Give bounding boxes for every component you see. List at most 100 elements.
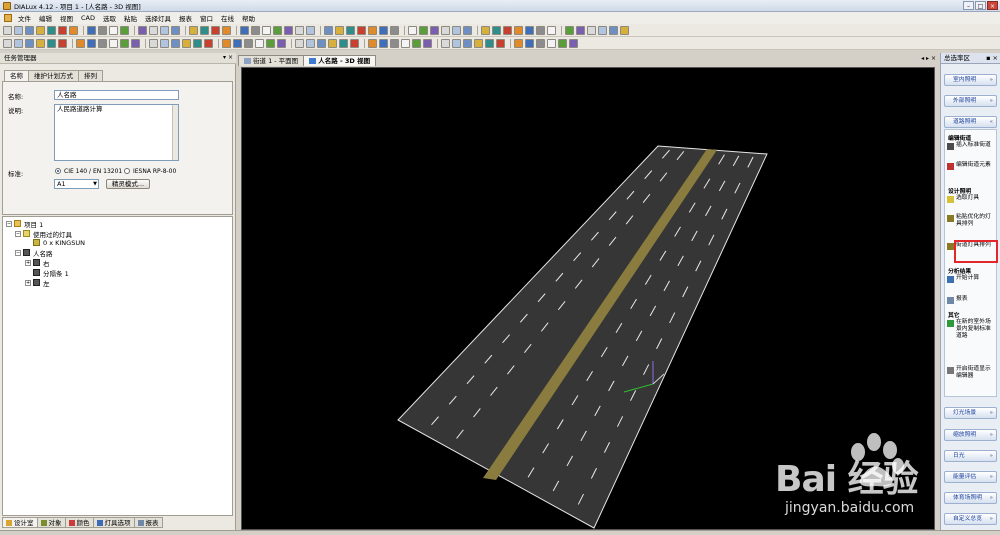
toolbar1-tool-icon[interactable] [14,25,23,35]
toolbar1-tool-icon[interactable] [441,25,450,35]
toolbar1-tool-icon[interactable] [251,25,260,35]
toolbar1-tool-icon[interactable] [430,25,439,35]
toolbar1-tool-icon[interactable] [419,25,428,35]
toolbar1-tool-icon[interactable] [452,25,461,35]
menu-select[interactable]: 选取 [99,13,120,23]
street-luminaire-arrangement-item[interactable]: 街道灯具排列 [947,240,998,263]
tab-plan-view[interactable]: 街道 1 - 平面图 [238,55,305,66]
toolbar1-tool-icon[interactable] [335,25,344,35]
open-street-editor-item[interactable]: 开启街道显示编辑器 [947,366,996,380]
close-button[interactable]: × [987,1,998,10]
toolbar2-tool-icon[interactable] [244,38,253,48]
menu-cad[interactable]: CAD [77,14,99,22]
select-luminaire-item[interactable]: 选取灯具 [947,195,996,203]
toolbar1-tool-icon[interactable] [408,25,417,35]
description-textarea[interactable]: 人民路道路计算 [54,104,179,161]
document-icon[interactable] [4,14,12,22]
toolbar2-tool-icon[interactable] [295,38,304,48]
insert-standard-street-item[interactable]: 插入标准街道 [947,142,996,150]
tree-node-right[interactable]: + 右 [25,258,50,268]
tree-node-divider[interactable]: 分隔条 1 [33,268,69,278]
toolbar1-tool-icon[interactable] [357,25,366,35]
toolbar1-tool-icon[interactable] [262,25,271,35]
toolbar2-tool-icon[interactable] [109,38,118,48]
toolbar2-tool-icon[interactable] [171,38,180,48]
standard-cie-radio[interactable] [55,168,61,174]
toolbar1-tool-icon[interactable] [211,25,220,35]
toolbar1-tool-icon[interactable] [69,25,78,35]
tree-node-street[interactable]: − 人名路 [15,248,53,258]
toolbar1-tool-icon[interactable] [324,25,333,35]
expand-icon[interactable]: + [25,259,31,266]
toolbar2-tool-icon[interactable] [339,38,348,48]
toolbar1-tool-icon[interactable] [98,25,107,35]
toolbar1-tool-icon[interactable] [189,25,198,35]
tab-luminaire-options[interactable]: 灯具选项 [92,517,135,528]
toolbar1-tool-icon[interactable] [160,25,169,35]
toolbar2-tool-icon[interactable] [463,38,472,48]
toolbar2-tool-icon[interactable] [514,38,523,48]
toolbar2-tool-icon[interactable] [350,38,359,48]
toolbar1-tool-icon[interactable] [576,25,585,35]
toolbar2-tool-icon[interactable] [401,38,410,48]
toolbar1-tool-icon[interactable] [149,25,158,35]
menu-paste[interactable]: 粘贴 [120,13,141,23]
toolbar2-tool-icon[interactable] [328,38,337,48]
toolbar2-tool-icon[interactable] [3,38,12,48]
toolbar1-tool-icon[interactable] [525,25,534,35]
toolbar1-tool-icon[interactable] [587,25,596,35]
toolbar1-tool-icon[interactable] [171,25,180,35]
maximize-button[interactable]: □ [975,1,986,10]
toolbar1-tool-icon[interactable] [598,25,607,35]
toolbar1-tool-icon[interactable] [284,25,293,35]
menu-online[interactable]: 在线 [217,13,238,23]
copy-to-new-outdoor-scene-item[interactable]: 在新的室外场景内复制标准道路 [947,319,996,340]
toolbar1-tool-icon[interactable] [25,25,34,35]
toolbar2-tool-icon[interactable] [547,38,556,48]
class-select[interactable]: A1 ▼ [54,179,99,189]
toolbar1-tool-icon[interactable] [58,25,67,35]
toolbar2-tool-icon[interactable] [474,38,483,48]
menu-help[interactable]: 帮助 [238,13,259,23]
toolbar1-tool-icon[interactable] [481,25,490,35]
toolbar1-tool-icon[interactable] [295,25,304,35]
toolbar1-tool-icon[interactable] [36,25,45,35]
tree-node-used-luminaires[interactable]: − 使用过的灯具 [15,229,72,239]
toolbar1-tool-icon[interactable] [87,25,96,35]
toolbar2-tool-icon[interactable] [14,38,23,48]
toolbar1-tool-icon[interactable] [379,25,388,35]
toolbar1-tool-icon[interactable] [120,25,129,35]
section-indoor-lighting[interactable]: 室内照明 » [944,74,997,86]
toolbar1-tool-icon[interactable] [463,25,472,35]
toolbar2-tool-icon[interactable] [255,38,264,48]
menu-select-luminaires[interactable]: 选择灯具 [141,13,175,23]
toolbar2-tool-icon[interactable] [120,38,129,48]
toolbar2-tool-icon[interactable] [423,38,432,48]
toolbar1-tool-icon[interactable] [109,25,118,35]
toolbar1-tool-icon[interactable] [3,25,12,35]
toolbar2-tool-icon[interactable] [204,38,213,48]
paste-optimized-arrangement-item[interactable]: 粘贴优化的灯具排列 [947,214,996,228]
3d-viewport[interactable] [241,67,935,530]
tab-objects[interactable]: 对象 [36,517,66,528]
report-item[interactable]: 报表 [947,296,996,304]
toolbar2-tool-icon[interactable] [222,38,231,48]
name-input[interactable]: 人名路 [54,90,179,100]
toolbar2-tool-icon[interactable] [558,38,567,48]
toolbar2-tool-icon[interactable] [368,38,377,48]
expert-mode-button[interactable]: 精灵模式... [106,179,150,189]
toolbar2-tool-icon[interactable] [277,38,286,48]
toolbar1-tool-icon[interactable] [346,25,355,35]
pin-icon[interactable]: ▪ × [986,53,998,63]
toolbar2-tool-icon[interactable] [182,38,191,48]
toolbar1-tool-icon[interactable] [368,25,377,35]
menu-report[interactable]: 报表 [175,13,196,23]
menu-view[interactable]: 视图 [56,13,77,23]
toolbar2-tool-icon[interactable] [317,38,326,48]
toolbar2-tool-icon[interactable] [266,38,275,48]
tab-report[interactable]: 报表 [133,517,163,528]
tab-arrangement[interactable]: 排列 [78,70,103,81]
description-scrollbar[interactable] [172,105,178,160]
toolbar1-tool-icon[interactable] [536,25,545,35]
toolbar1-tool-icon[interactable] [200,25,209,35]
